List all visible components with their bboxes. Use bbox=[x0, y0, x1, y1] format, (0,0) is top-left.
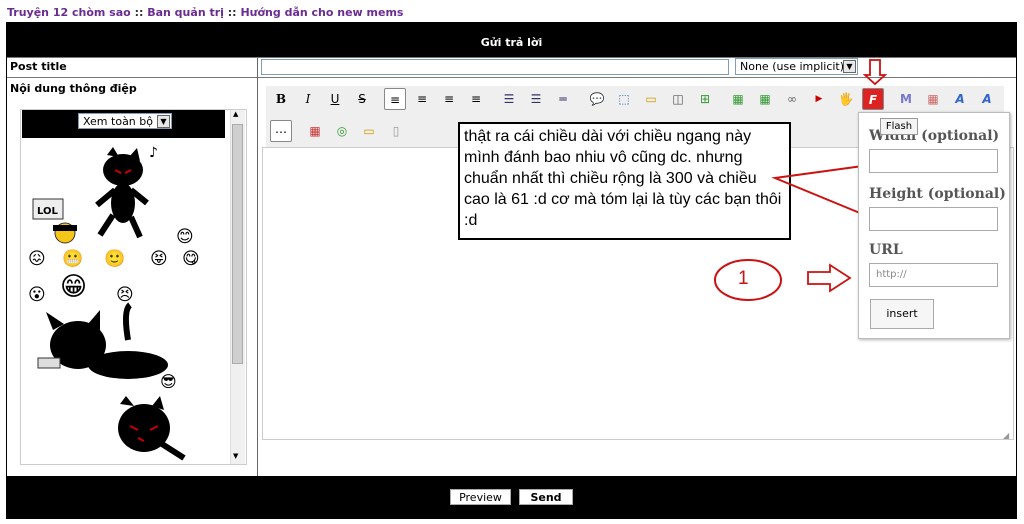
send-button[interactable]: Send bbox=[519, 489, 573, 505]
insert-button[interactable]: insert bbox=[870, 299, 934, 329]
width-input[interactable] bbox=[869, 149, 998, 173]
preview-button[interactable]: Preview bbox=[450, 489, 511, 505]
height-input[interactable] bbox=[869, 207, 998, 231]
annotation-number: 1 bbox=[738, 268, 749, 289]
url-label: URL bbox=[869, 242, 903, 258]
url-input[interactable]: http:// bbox=[869, 263, 998, 287]
height-label: Height (optional) bbox=[869, 186, 1006, 202]
flash-tooltip: Flash bbox=[880, 118, 918, 135]
form-footer bbox=[7, 476, 1016, 518]
